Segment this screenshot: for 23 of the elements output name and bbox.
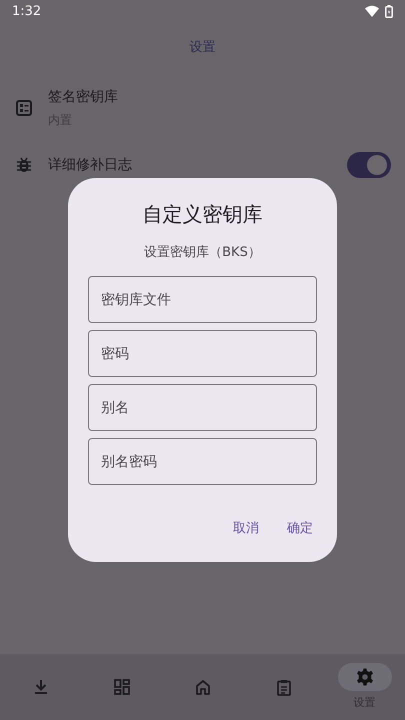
setting-title[interactable]: 签名密钥库 bbox=[48, 88, 391, 106]
screen-title: 设置 bbox=[190, 39, 216, 56]
wifi-icon bbox=[365, 5, 379, 17]
dashboard-icon bbox=[114, 679, 130, 695]
nav-tab[interactable] bbox=[338, 663, 392, 691]
download-icon bbox=[32, 679, 48, 695]
toggle-switch[interactable] bbox=[347, 152, 391, 178]
setting-title[interactable]: 详细修补日志 bbox=[48, 156, 331, 174]
clock: 1:32 bbox=[12, 4, 42, 18]
home-icon bbox=[194, 679, 210, 695]
input-field[interactable]: 密钥库文件 bbox=[88, 276, 317, 323]
battery-icon bbox=[385, 4, 393, 18]
input-field[interactable]: 密码 bbox=[88, 330, 317, 377]
confirm-button[interactable]: 确定 bbox=[275, 511, 325, 545]
settings-icon bbox=[356, 668, 374, 686]
cancel-button[interactable]: 取消 bbox=[221, 511, 271, 545]
dialog-subtitle: 设置密钥库（BKS） bbox=[144, 244, 261, 262]
clipboard-icon bbox=[276, 678, 290, 696]
bug-icon bbox=[17, 157, 31, 173]
dialog-title: 自定义密钥库 bbox=[142, 201, 262, 228]
input-field[interactable]: 别名密码 bbox=[88, 438, 317, 485]
list-icon bbox=[16, 100, 32, 116]
input-field[interactable]: 别名 bbox=[88, 384, 317, 431]
